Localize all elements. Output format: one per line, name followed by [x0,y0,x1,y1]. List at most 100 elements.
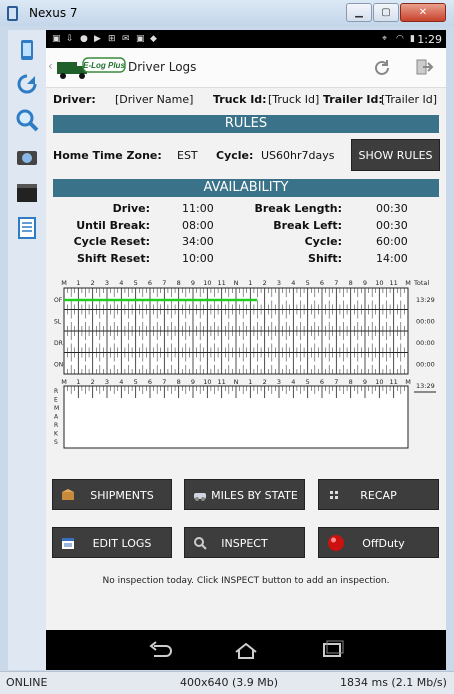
hour-tick-label: 11 [218,378,226,386]
hour-tick-label: 9 [363,279,367,287]
app-logo[interactable]: E-Log Plus [56,54,126,82]
hour-tick-label: 1 [248,279,252,287]
availability-label: Cycle: [304,235,342,248]
inspection-note: No inspection today. Click INSPECT butto… [102,576,390,586]
location-icon: ⌖ [382,34,388,44]
show-rules-button[interactable]: SHOW RULES [351,139,440,171]
shipments-button[interactable]: SHIPMENTS [52,479,172,510]
truck-label: Truck Id: [213,93,267,106]
box-icon [62,489,74,500]
hour-tick-label: 8 [349,279,353,287]
device-icon[interactable] [15,38,39,62]
off-duty-label: OffDuty [362,537,405,550]
trailer-value: [Trailer Id] [381,93,438,106]
image-icon: ▣ [136,34,145,44]
availability-value: 10:00 [182,251,214,265]
availability-value: 00:30 [376,218,408,232]
edit-logs-button[interactable]: EDIT LOGS [52,527,172,558]
back-icon[interactable] [146,640,174,660]
truck-value: [Truck Id] [268,93,320,106]
availability-value: 00:30 [376,202,408,215]
logout-icon[interactable] [414,57,434,77]
grid-icon [330,491,338,499]
edit-logs-label: EDIT LOGS [92,537,152,550]
hour-tick-label: 5 [306,378,310,386]
hour-tick-label: 7 [334,378,338,386]
close-button[interactable]: ✕ [400,3,446,22]
action-bar: ‹ E-Log Plus Driver Logs [46,48,446,88]
availability-value: 34:00 [182,235,214,248]
video-icon: ▶ [94,34,101,44]
hour-tick-label: 2 [91,378,95,386]
inspect-button[interactable]: INSPECT [184,527,305,558]
row-total: 00:00 [416,318,435,326]
availability-label: Cycle Reset: [73,235,150,248]
row-total: 00:00 [416,361,435,369]
remarks-letter: M [54,405,59,412]
hour-tick-label: 1 [248,378,252,386]
magnifier-icon [194,537,207,550]
hour-tick-label: 9 [363,378,367,386]
notification-icon: ▣ [52,34,61,44]
minimize-button[interactable]: ▁ [346,3,372,22]
remarks-letter: E [54,397,58,404]
driver-value: [Driver Name] [115,93,194,106]
status-indicator-icon [328,535,344,551]
rotate-icon[interactable] [15,72,39,96]
hour-tick-label: 7 [162,378,166,386]
hour-tick-label: M [61,279,67,287]
status-row-label: SL [54,319,62,326]
back-chevron-icon[interactable]: ‹ [48,59,53,73]
cycle-value: US60hr7days [261,149,335,162]
off-duty-button[interactable]: OffDuty [318,527,439,558]
row-total: 13:29 [416,296,435,304]
hour-tick-label: 4 [291,378,295,386]
hour-tick-label: 5 [306,279,310,287]
cart-icon: ⊞ [108,34,116,44]
availability-value: 11:00 [182,202,214,215]
calendar-icon [62,538,74,549]
hour-tick-label: 3 [105,378,109,386]
status-bar: ▣ ⇩ ● ▶ ⊞ ✉ ▣ ◆ ⌖ ◠ ▮ 1:29 [46,30,446,48]
connection-status: ONLINE [6,676,48,689]
hour-tick-label: 8 [349,378,353,386]
hour-tick-label: 3 [105,279,109,287]
remarks-letter: S [54,439,58,446]
hour-tick-label: 2 [263,279,267,287]
maximize-button[interactable]: ▢ [373,3,399,22]
hour-tick-label: 6 [148,378,152,386]
tool-sidebar [8,30,46,670]
video-icon[interactable] [15,180,39,204]
camera-icon[interactable] [15,144,39,168]
hour-tick-label: 5 [134,279,138,287]
remarks-letter: A [54,414,59,421]
recap-button[interactable]: RECAP [318,479,439,510]
hour-tick-label: 6 [320,378,324,386]
bottom-status-bar: ONLINE 400x640 (3.9 Mb) 1834 ms (2.1 Mb/… [0,671,454,694]
hour-tick-label: M [405,279,411,287]
hour-tick-label: 3 [277,378,281,386]
status-row-label: OF [54,297,63,304]
svg-text:E-Log Plus: E-Log Plus [83,61,125,70]
availability-label: Shift: [308,251,342,265]
log-grid: M 1 2 3 4 5 6 7 8 9 10 11 N 1 2 3 4 5 6 7 8 9 10 11 M TotalOF 13:2… [54,279,436,449]
hour-tick-label: 7 [334,279,338,287]
document-icon[interactable] [15,216,39,240]
window-title: Nexus 7 [29,6,78,20]
zoom-icon[interactable] [15,108,39,132]
page-title: Driver Logs [128,60,197,74]
remarks-total: 13:29 [416,382,435,390]
recents-icon[interactable] [318,640,346,660]
miles-by-state-button[interactable]: MILES BY STATE [184,479,305,510]
refresh-icon[interactable] [372,58,392,78]
resolution-info: 400x640 (3.9 Mb) [180,676,279,689]
clock: 1:29 [417,33,442,46]
status-row-label: DR [54,340,63,347]
availability-label: Break Length: [254,202,342,215]
inspect-label: INSPECT [221,537,268,550]
time-zone-label: Home Time Zone: [53,149,162,162]
battery-icon: ▮ [410,34,415,44]
hour-tick-label: 9 [191,378,195,386]
home-icon[interactable] [232,640,260,660]
availability-label: Drive: [112,202,150,215]
